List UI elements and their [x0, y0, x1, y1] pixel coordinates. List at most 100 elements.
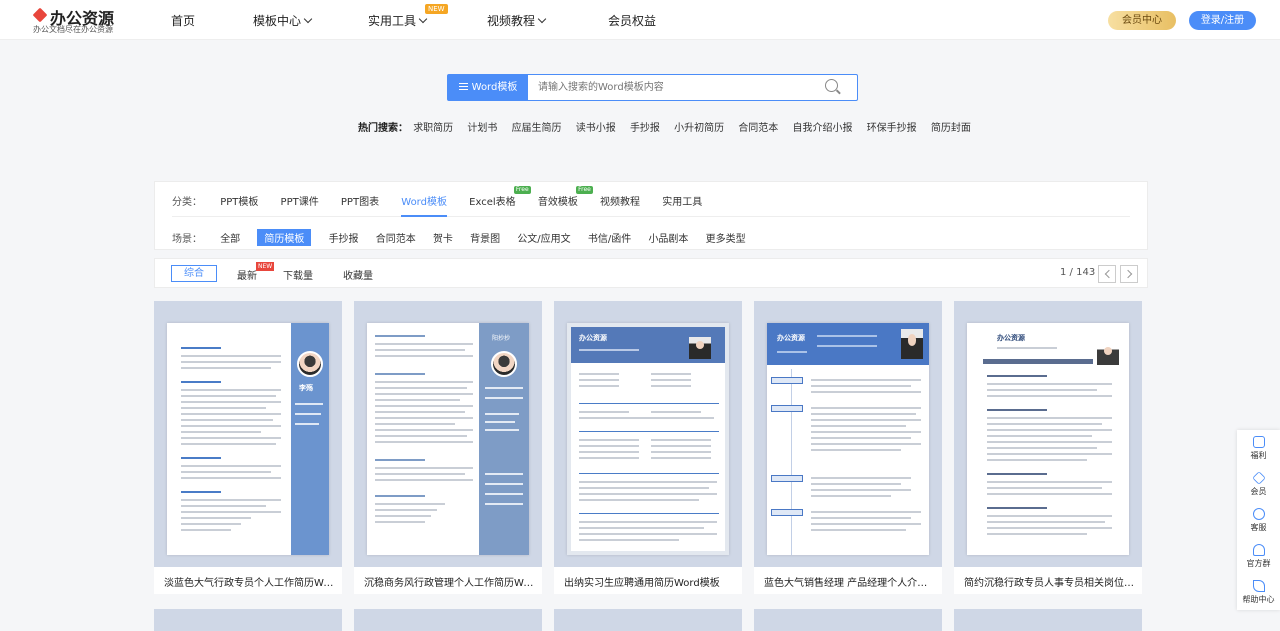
nav-video-tutorials[interactable]: 视频教程 [487, 12, 547, 29]
template-thumbnail[interactable]: 李殇 [154, 301, 342, 567]
sidebar-item-vip[interactable]: 会员 [1237, 471, 1280, 497]
chevron-down-icon [537, 14, 547, 24]
category-tab-ppt[interactable]: PPT模板 [220, 193, 258, 217]
nav-tools[interactable]: 实用工具 [368, 12, 428, 29]
scene-greeting-card[interactable]: 贺卡 [433, 230, 453, 245]
nav-home[interactable]: 首页 [171, 12, 195, 29]
sort-favorites[interactable]: 收藏量 [343, 267, 373, 282]
template-card[interactable]: 办公资源 简约沉稳行政专员人事专员相关岗位个... [954, 301, 1142, 594]
category-tab-word[interactable]: Word模板 [401, 193, 447, 217]
diamond-icon [1251, 471, 1266, 485]
free-badge: Free [576, 186, 593, 194]
search-input[interactable] [538, 79, 808, 96]
thumb-brand: 办公资源 [579, 334, 607, 342]
new-badge: NEW [425, 4, 448, 14]
category-row: 分类： PPT模板 PPT课件 PPT图表 Word模板 Excel表格 Free… [172, 186, 1130, 217]
thumb-brand: 办公资源 [777, 334, 805, 342]
search-box: Word模板 [447, 74, 858, 101]
template-thumbnail[interactable]: 阳抄抄 [354, 301, 542, 567]
sidebar-item-welfare[interactable]: 福利 [1237, 436, 1280, 461]
scene-official-document[interactable]: 公文/应用文 [517, 230, 570, 245]
category-tab-ppt-chart[interactable]: PPT图表 [341, 193, 379, 217]
hot-keyword[interactable]: 小升初简历 [674, 123, 724, 134]
search-type-selector[interactable]: Word模板 [448, 75, 528, 100]
category-label: 分类： [172, 197, 202, 208]
chevron-down-icon [418, 14, 428, 24]
sidebar-item-customer-service[interactable]: 客服 [1237, 508, 1280, 533]
category-tab-tools[interactable]: 实用工具 [662, 193, 702, 217]
category-tab-excel[interactable]: Excel表格 Free [469, 186, 531, 217]
vip-center-button[interactable]: 会员中心 [1108, 11, 1176, 30]
sort-latest[interactable]: 最新 [237, 267, 257, 282]
logo-mark-icon [32, 7, 48, 23]
category-tab-ppt-courseware[interactable]: PPT课件 [281, 193, 319, 217]
template-card-partial[interactable] [554, 609, 742, 631]
template-card[interactable]: 办公资源 [554, 301, 742, 594]
hot-keyword[interactable]: 手抄报 [630, 123, 660, 134]
scene-letter[interactable]: 书信/函件 [588, 230, 631, 245]
chevron-down-icon [303, 14, 313, 24]
sort-downloads[interactable]: 下载量 [283, 267, 313, 282]
template-title[interactable]: 沉稳商务风行政管理个人工作简历Wor... [364, 574, 534, 589]
template-title[interactable]: 淡蓝色大气行政专员个人工作简历Wor... [164, 574, 334, 589]
template-thumbnail[interactable]: 办公资源 [754, 301, 942, 567]
thumb-name: 李殇 [299, 384, 313, 392]
scene-handwritten-newspaper[interactable]: 手抄报 [329, 230, 359, 245]
next-page-button[interactable] [1120, 265, 1138, 283]
template-card-partial[interactable] [354, 609, 542, 631]
template-title[interactable]: 出纳实习生应聘通用简历Word模板 [564, 574, 734, 589]
template-card-partial[interactable] [754, 609, 942, 631]
template-thumbnail[interactable]: 办公资源 [954, 301, 1142, 567]
free-badge: Free [513, 186, 531, 194]
nav-template-center[interactable]: 模板中心 [253, 12, 313, 29]
hot-keyword[interactable]: 自我介绍小报 [793, 123, 853, 134]
template-title[interactable]: 蓝色大气销售经理 产品经理个人介绍... [764, 574, 934, 589]
hot-keyword[interactable]: 计划书 [467, 123, 497, 134]
scene-background[interactable]: 背景图 [470, 230, 500, 245]
search-icon[interactable] [825, 79, 841, 95]
hot-keyword[interactable]: 求职简历 [413, 123, 453, 134]
category-tab-video[interactable]: 视频教程 [600, 193, 640, 217]
template-thumbnail[interactable]: 办公资源 [554, 301, 742, 567]
scene-resume[interactable]: 简历模板 [257, 229, 312, 246]
sidebar-item-help-center[interactable]: 帮助中心 [1237, 580, 1280, 605]
template-card[interactable]: 李殇 淡蓝色大气行政专员个人工作简历Wor... [154, 301, 342, 594]
scene-script[interactable]: 小品剧本 [648, 230, 688, 245]
template-card-partial[interactable] [954, 609, 1142, 631]
hot-keyword[interactable]: 环保手抄报 [867, 123, 917, 134]
gift-icon [1252, 436, 1265, 448]
scene-row: 场景： 全部 简历模板 手抄报 合同范本 贺卡 背景图 公文/应用文 书信/函件… [172, 229, 760, 246]
template-card[interactable]: 办公资源 [754, 301, 942, 594]
sidebar-item-official-group[interactable]: 官方群 [1237, 544, 1280, 569]
filter-panel: 分类： PPT模板 PPT课件 PPT图表 Word模板 Excel表格 Free… [154, 181, 1148, 250]
sort-bar: 综合 最新 NEW 下载量 收藏量 1 / 143 [154, 258, 1148, 288]
category-tab-audio[interactable]: 音效模板 Free [538, 186, 593, 217]
scene-label: 场景： [172, 234, 202, 245]
hot-searches: 热门搜索： 求职简历 计划书 应届生简历 读书小报 手抄报 小升初简历 合同范本… [358, 119, 982, 134]
pen-icon [1252, 580, 1265, 592]
thumb-name: 阳抄抄 [492, 335, 511, 342]
sort-comprehensive[interactable]: 综合 [171, 265, 217, 282]
hot-search-label: 热门搜索： [358, 123, 408, 134]
site-logo[interactable]: 办公资源 办公文档尽在办公资源 [32, 6, 114, 34]
floating-sidebar: 福利 会员 客服 官方群 帮助中心 [1237, 430, 1280, 610]
page-indicator: 1 / 143 [1060, 267, 1096, 278]
menu-icon [458, 83, 468, 90]
hot-keyword[interactable]: 简历封面 [931, 123, 971, 134]
scene-all[interactable]: 全部 [220, 230, 240, 245]
scene-more[interactable]: 更多类型 [706, 230, 746, 245]
hot-keyword[interactable]: 读书小报 [576, 123, 616, 134]
headset-icon [1252, 508, 1265, 520]
scene-contract[interactable]: 合同范本 [376, 230, 416, 245]
chevron-left-icon [1104, 269, 1114, 279]
template-card-partial[interactable] [154, 609, 342, 631]
chevron-right-icon [1123, 269, 1133, 279]
nav-membership[interactable]: 会员权益 [608, 12, 656, 29]
prev-page-button[interactable] [1098, 265, 1116, 283]
login-register-button[interactable]: 登录/注册 [1189, 11, 1256, 30]
hot-keyword[interactable]: 应届生简历 [512, 123, 562, 134]
template-title[interactable]: 简约沉稳行政专员人事专员相关岗位个... [964, 574, 1134, 589]
hot-keyword[interactable]: 合同范本 [738, 123, 778, 134]
template-card[interactable]: 阳抄抄 沉稳商务风行政管理个人工作简历Wor... [354, 301, 542, 594]
brand-tagline: 办公文档尽在办公资源 [33, 25, 113, 34]
